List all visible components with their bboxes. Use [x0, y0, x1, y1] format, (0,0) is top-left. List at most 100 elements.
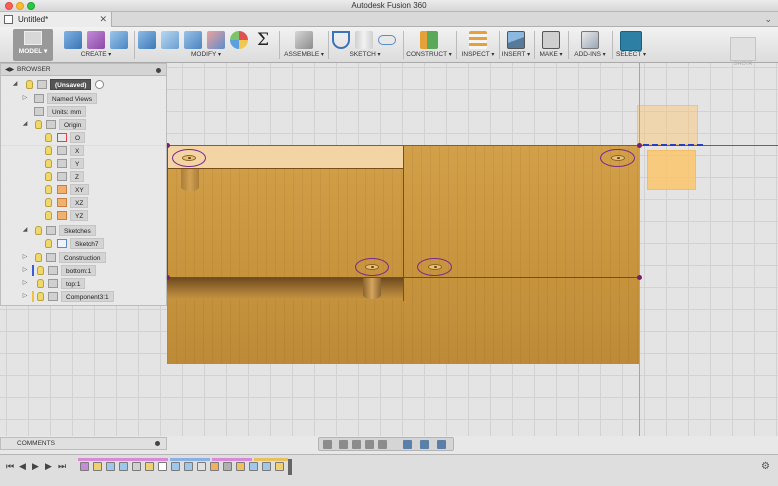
expand-arrow-icon[interactable]: ▷ — [21, 278, 29, 289]
timeline-play-button[interactable]: ▶ — [32, 461, 39, 471]
minimize-window-button[interactable] — [16, 2, 24, 10]
close-tab-icon[interactable]: ✕ — [99, 12, 107, 27]
timeline-feature-icon[interactable] — [158, 462, 167, 471]
viewports-icon[interactable] — [437, 440, 446, 449]
timeline-feature-icon[interactable] — [275, 462, 284, 471]
timeline-feature-icon[interactable] — [93, 462, 102, 471]
collapse-arrow-icon[interactable]: ◢ — [21, 119, 29, 130]
timeline-feature-icon[interactable] — [223, 462, 232, 471]
timeline-feature-icon[interactable] — [80, 462, 89, 471]
visibility-bulb-icon[interactable] — [45, 172, 52, 181]
construct-group[interactable]: CONSTRUCT — [405, 27, 453, 63]
timeline-feature-icon[interactable] — [236, 462, 245, 471]
dowel-peg[interactable] — [363, 277, 381, 299]
split-body-icon[interactable] — [207, 31, 225, 49]
visibility-bulb-icon[interactable] — [45, 239, 52, 248]
timeline-feature-icon[interactable] — [210, 462, 219, 471]
combine-icon[interactable] — [184, 31, 202, 49]
view-cube-face[interactable] — [730, 37, 756, 61]
close-window-button[interactable] — [5, 2, 13, 10]
add-ins-menu-label[interactable]: ADD-INS — [570, 51, 610, 58]
add-ins-group[interactable]: ADD-INS — [570, 27, 610, 63]
collapse-arrow-icon[interactable]: ◢ — [11, 79, 19, 90]
offset-plane-icon[interactable] — [420, 31, 438, 49]
wood-block-left[interactable] — [167, 145, 404, 364]
new-component-icon[interactable] — [64, 31, 82, 49]
timeline-feature-icon[interactable] — [106, 462, 115, 471]
visibility-bulb-icon[interactable] — [45, 185, 52, 194]
workspace-switcher-button[interactable]: MODEL ▾ — [13, 29, 53, 61]
display-settings-icon[interactable] — [403, 440, 412, 449]
dowel-hole[interactable] — [417, 258, 452, 276]
expand-arrow-icon[interactable]: ▷ — [21, 291, 29, 302]
timeline-feature-icon[interactable] — [171, 462, 180, 471]
panel-options-icon[interactable] — [156, 68, 161, 73]
view-cube[interactable]: SHDIR — [728, 35, 760, 73]
visibility-bulb-icon[interactable] — [35, 226, 42, 235]
sketch-group[interactable]: SKETCH — [330, 27, 400, 63]
timeline-forward-button[interactable]: ▶ — [45, 461, 52, 471]
selected-edge-middle[interactable] — [167, 277, 640, 278]
dowel-hole[interactable] — [172, 149, 206, 167]
make-group[interactable]: MAKE — [536, 27, 566, 63]
dowel-hole[interactable] — [355, 258, 389, 276]
scripts-icon[interactable] — [581, 31, 599, 49]
construct-menu-label[interactable]: CONSTRUCT — [405, 51, 453, 58]
visibility-bulb-icon[interactable] — [26, 80, 33, 89]
visibility-bulb-icon[interactable] — [37, 266, 44, 275]
inspect-menu-label[interactable]: INSPECT — [458, 51, 498, 58]
activate-radio-icon[interactable] — [95, 80, 104, 89]
comments-options-icon[interactable] — [155, 441, 160, 446]
collapse-panel-icon[interactable]: ◀▶ — [5, 64, 14, 76]
expand-arrow-icon[interactable]: ▷ — [21, 93, 29, 104]
assemble-group[interactable]: ASSEMBLE — [282, 27, 326, 63]
tab-overflow-icon[interactable]: ⌄ — [764, 12, 772, 27]
timeline-back-button[interactable]: ◀ — [19, 461, 26, 471]
fit-icon[interactable] — [378, 440, 387, 449]
3d-print-icon[interactable] — [542, 31, 560, 49]
document-tab[interactable]: Untitled* ✕ — [0, 12, 112, 27]
timeline-end-button[interactable]: ⏭ — [58, 461, 66, 471]
create-menu-label[interactable]: CREATE — [60, 51, 132, 58]
timeline-feature-icon[interactable] — [132, 462, 141, 471]
press-pull-icon[interactable] — [138, 31, 156, 49]
modify-group[interactable]: Σ MODIFY — [136, 27, 276, 63]
create-sketch-icon[interactable] — [332, 31, 350, 49]
create-form-icon[interactable] — [87, 31, 105, 49]
extrude-icon[interactable] — [110, 31, 128, 49]
joint-icon[interactable] — [295, 31, 313, 49]
make-menu-label[interactable]: MAKE — [536, 51, 566, 58]
canvas-image-icon[interactable] — [507, 31, 525, 49]
browser-header[interactable]: ◀▶ BROWSER — [1, 64, 166, 76]
maximize-window-button[interactable] — [27, 2, 35, 10]
timeline-start-button[interactable]: ⏮ — [6, 461, 14, 471]
timeline-feature-icon[interactable] — [119, 462, 128, 471]
inspect-group[interactable]: INSPECT — [458, 27, 498, 63]
look-at-icon[interactable] — [339, 440, 348, 449]
visibility-bulb-icon[interactable] — [35, 253, 42, 262]
visibility-bulb-icon[interactable] — [37, 279, 44, 288]
fillet-icon[interactable] — [161, 31, 179, 49]
slot-icon[interactable] — [378, 35, 396, 45]
grid-settings-icon[interactable] — [420, 440, 429, 449]
visibility-bulb-icon[interactable] — [45, 198, 52, 207]
visibility-bulb-icon[interactable] — [45, 133, 52, 142]
sketch-menu-label[interactable]: SKETCH — [330, 51, 400, 58]
comments-panel[interactable]: COMMENTS — [0, 437, 167, 450]
assemble-menu-label[interactable]: ASSEMBLE — [282, 51, 326, 58]
wood-block-right[interactable] — [403, 145, 640, 364]
select-cursor-icon[interactable] — [620, 31, 642, 51]
dowel-hole[interactable] — [600, 149, 635, 167]
expand-arrow-icon[interactable]: ▷ — [21, 252, 29, 263]
visibility-bulb-icon[interactable] — [35, 120, 42, 129]
vertex-point[interactable] — [637, 143, 642, 148]
measure-icon[interactable] — [469, 31, 487, 49]
pan-icon[interactable] — [352, 440, 361, 449]
stop-sketch-icon[interactable] — [355, 31, 373, 49]
visibility-bulb-icon[interactable] — [45, 159, 52, 168]
select-menu-label[interactable]: SELECT — [614, 51, 648, 58]
timeline-feature-icon[interactable] — [249, 462, 258, 471]
vertex-point[interactable] — [637, 275, 642, 280]
insert-group[interactable]: INSERT — [500, 27, 532, 63]
timeline-marker[interactable] — [288, 459, 292, 475]
